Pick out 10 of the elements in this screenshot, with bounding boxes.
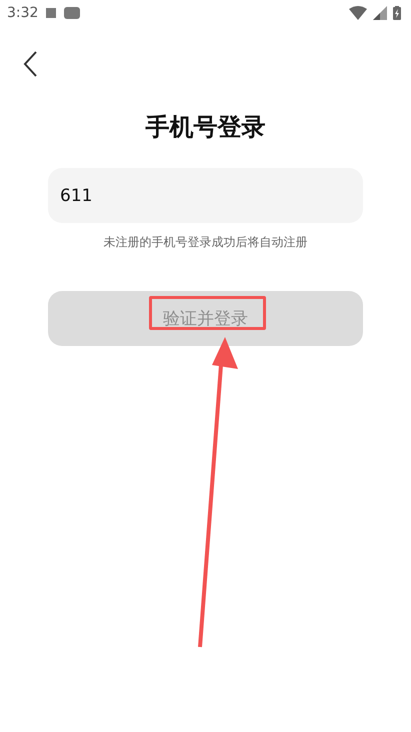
page-title: 手机号登录 — [144, 112, 266, 143]
wifi-icon — [349, 6, 367, 20]
hint-text: 未注册的手机号登录成功后将自动注册 — [102, 234, 308, 250]
notification-icon — [64, 7, 80, 19]
notification-icon — [46, 8, 56, 18]
battery-icon — [393, 6, 401, 20]
back-icon[interactable] — [22, 50, 38, 78]
clock-time: 3:32 — [7, 5, 38, 21]
signal-icon — [373, 6, 387, 20]
phone-input-field[interactable]: 611 — [48, 168, 363, 223]
